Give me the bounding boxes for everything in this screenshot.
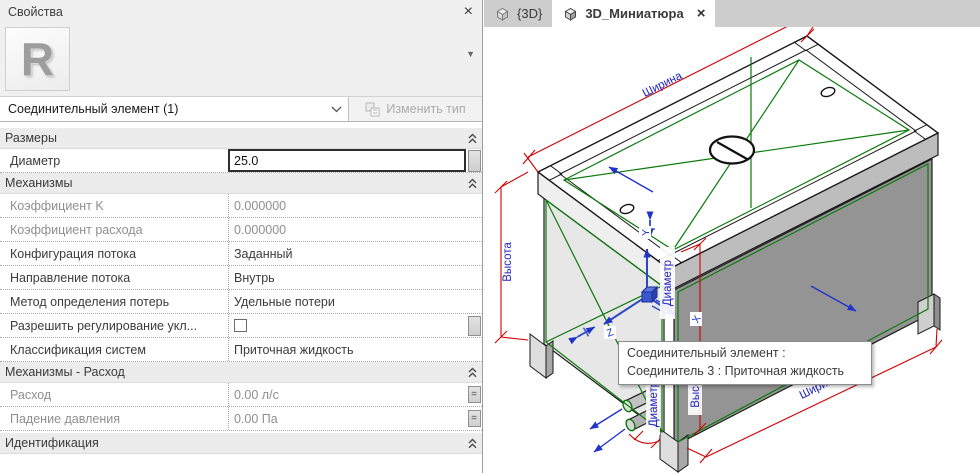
element-tooltip: Соединительный элемент : Соединитель 3 :…: [618, 341, 872, 385]
group-header-mechanisms-flow[interactable]: Механизмы - Расход: [0, 362, 482, 383]
3d-view-icon: [494, 6, 511, 22]
value-cell: [228, 314, 466, 337]
property-row-system-classification: Классификация систем Приточная жидкость: [0, 338, 482, 362]
allow-slope-checkbox[interactable]: [234, 319, 247, 332]
tab-label: 3D_Миниатюра: [585, 6, 683, 21]
property-row-pressure-drop: Падение давления 0.00 Па =: [0, 407, 482, 431]
3d-view-icon: [562, 6, 579, 22]
property-row-flow-direction: Направление потока Внутрь: [0, 266, 482, 290]
edit-type-button[interactable]: Изменить тип: [349, 97, 482, 121]
properties-panel: Свойства × R ▼ Соединительный элемент (1…: [0, 0, 483, 473]
property-row-flow: Расход 0.00 л/с =: [0, 383, 482, 407]
formula-button[interactable]: =: [468, 386, 481, 403]
collapse-icon[interactable]: [468, 178, 477, 189]
collapse-icon[interactable]: [468, 438, 477, 449]
property-row-k-coefficient: Коэффициент K 0.000000: [0, 194, 482, 218]
type-preview: R ▼: [0, 23, 482, 96]
type-selector-combobox[interactable]: Соединительный элемент (1): [0, 97, 349, 121]
3d-canvas[interactable]: Ширина Высота Высота Ширина Диаметр Диам…: [484, 27, 980, 473]
value-cell: 0.000000: [228, 194, 466, 217]
diameter-input[interactable]: 25.0: [228, 149, 466, 172]
value-cell: 0.00 л/с: [228, 383, 466, 406]
close-icon[interactable]: ×: [461, 5, 476, 19]
view-tab-bar: {3D} 3D_Миниатюра ×: [484, 0, 980, 27]
type-preview-dropdown-icon[interactable]: ▼: [466, 49, 475, 59]
property-row-flow-configuration: Конфигурация потока Заданный: [0, 242, 482, 266]
value-cell[interactable]: Заданный: [228, 242, 466, 265]
type-selector-row: Соединительный элемент (1) Изменить тип: [0, 96, 482, 122]
value-cell[interactable]: Удельные потери: [228, 290, 466, 313]
formula-button[interactable]: =: [468, 410, 481, 427]
edit-type-label: Изменить тип: [386, 102, 465, 116]
tab-3d-miniature[interactable]: 3D_Миниатюра ×: [552, 0, 715, 27]
no-flow-symbol: [710, 137, 754, 164]
type-selector-value: Соединительный элемент (1): [8, 102, 178, 116]
tab-close-icon[interactable]: ×: [697, 5, 706, 22]
dimension-label-diameter-axis: Диаметр: [662, 260, 674, 306]
revit-logo-icon: R: [21, 32, 54, 86]
group-header-dimensions[interactable]: Размеры: [0, 128, 482, 149]
group-header-identification[interactable]: Идентификация: [0, 433, 482, 454]
dimension-label-height-left: Высота: [502, 242, 514, 282]
value-cell: 0.00 Па: [228, 407, 466, 430]
revit-window: Свойства × R ▼ Соединительный элемент (1…: [0, 0, 980, 473]
value-cell: 0.000000: [228, 218, 466, 241]
property-row-diameter: Диаметр 25.0: [0, 149, 482, 173]
dimension-label-diameter-pipe: Диаметр: [648, 381, 660, 427]
row-side-button[interactable]: [468, 316, 481, 336]
value-cell[interactable]: Приточная жидкость: [228, 338, 466, 361]
axis-label-y: Y: [640, 229, 652, 236]
tab-label: {3D}: [517, 6, 542, 21]
properties-titlebar: Свойства ×: [0, 0, 482, 23]
property-row-loss-method: Метод определения потерь Удельные потери: [0, 290, 482, 314]
chevron-down-icon: [331, 106, 342, 113]
edit-type-icon: [365, 102, 380, 117]
dimension-label-width-top: Ширина: [641, 70, 685, 100]
properties-title: Свойства: [8, 5, 63, 19]
3d-model-drawing: Ширина Высота Высота Ширина Диаметр Диам…: [484, 27, 980, 473]
row-side-button[interactable]: [468, 150, 481, 172]
view-area: {3D} 3D_Миниатюра ×: [484, 0, 980, 473]
collapse-icon[interactable]: [468, 133, 477, 144]
family-thumbnail: R: [5, 27, 70, 91]
property-row-flow-coefficient: Коэффициент расхода 0.000000: [0, 218, 482, 242]
collapse-icon[interactable]: [468, 367, 477, 378]
property-row-allow-slope: Разрешить регулирование укл...: [0, 314, 482, 338]
value-cell[interactable]: Внутрь: [228, 266, 466, 289]
group-header-mechanisms[interactable]: Механизмы: [0, 173, 482, 194]
tab-3d-default[interactable]: {3D}: [484, 0, 552, 27]
